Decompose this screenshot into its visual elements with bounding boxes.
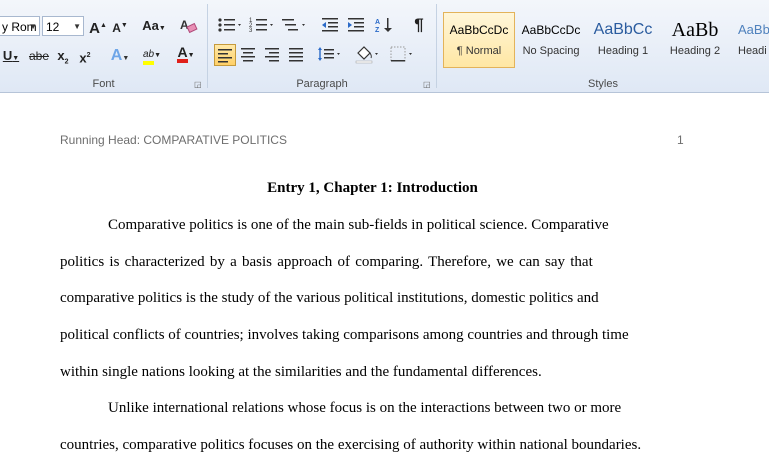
highlighter-icon: ab [142,49,155,65]
ribbon: y Rom ▼ 12 ▼ A▲ A▼ Aa▼ A U▼ abe x2 x2 A▼… [0,0,769,93]
document-page[interactable]: Running Head: COMPARATIVE POLITICS 1 Ent… [0,93,769,463]
style-sample: AaBbCcDc [521,23,581,37]
paragraph-line: Unlike international relations whose foc… [108,400,622,416]
justify-button[interactable] [286,44,308,66]
style-sample: AaBbCcDc [449,23,509,37]
paragraph-line: within single nations looking at the sim… [60,364,542,380]
styles-group: AaBbCcDc ¶ Normal AaBbCcDc No Spacing Aa… [437,0,769,92]
align-center-icon [238,44,260,64]
svg-text:3: 3 [249,28,253,34]
clear-formatting-button[interactable]: A [178,15,200,37]
font-group-label: Font [92,78,115,90]
align-left-button[interactable] [214,44,236,66]
change-case-button[interactable]: Aa▼ [141,15,167,37]
paragraph-line: politics is characterized by a basis app… [60,254,593,270]
shading-button[interactable] [354,44,382,66]
underline-label: U [2,48,13,63]
align-center-button[interactable] [238,44,260,66]
font-color-button[interactable]: A▼ [172,42,200,64]
style-heading-3[interactable]: AaBbC Headi [731,12,769,68]
paragraph-group-label: Paragraph [296,78,348,90]
svg-text:A: A [180,18,189,32]
svg-text:Z: Z [375,27,380,34]
paragraph-line: comparative politics is the study of the… [60,290,599,306]
multilevel-list-button[interactable] [280,15,308,37]
superscript-button[interactable]: x2 [76,45,94,67]
borders-button[interactable] [388,44,416,66]
font-dialog-launcher-icon[interactable]: ◲ [194,80,203,89]
document-title: Entry 1, Chapter 1: Introduction [267,180,478,196]
style-name: Headi [738,45,767,57]
paragraph-line: political conflicts of countries; involv… [60,327,629,343]
paragraph-line: Comparative politics is one of the main … [108,217,609,233]
grow-font-label: A [89,20,100,37]
chevron-down-icon: ▼ [73,22,81,31]
style-no-spacing[interactable]: AaBbCcDc No Spacing [515,12,587,68]
highlight-button[interactable]: ab▼ [138,42,166,65]
style-name: Heading 1 [597,45,649,57]
style-name: Heading 2 [669,45,721,57]
align-right-button[interactable] [262,44,284,66]
paragraph-dialog-launcher-icon[interactable]: ◲ [423,80,432,89]
line-spacing-icon [316,44,344,64]
align-right-icon [262,44,284,64]
sort-az-icon: AZ [374,15,396,35]
numbering-icon: 123 [248,15,276,35]
font-size-value: 12 [46,20,60,34]
increase-indent-button[interactable] [346,15,368,37]
grow-font-button[interactable]: A▲ [88,15,108,37]
styles-group-label: Styles [588,78,618,90]
shrink-font-label: A [112,21,121,35]
font-name-combo[interactable]: y Rom ▼ [0,16,40,36]
style-heading-2[interactable]: AaBb Heading 2 [659,12,731,68]
subscript-label: x [57,48,65,63]
font-color-icon: A [177,45,188,63]
multilevel-list-icon [280,15,308,35]
justify-icon [286,44,308,64]
style-sample: AaBbC [738,22,769,37]
bullets-button[interactable] [216,15,244,37]
style-normal[interactable]: AaBbCcDc ¶ Normal [443,12,515,68]
shrink-font-button[interactable]: A▼ [110,15,130,37]
underline-button[interactable]: U▼ [0,45,22,67]
strikethrough-label: abe [28,49,50,63]
increase-indent-icon [346,15,368,35]
paragraph-line: countries, comparative politics focuses … [60,437,642,453]
decrease-indent-button[interactable] [320,15,342,37]
style-sample: AaBb [671,19,719,41]
paragraph-group: 123 AZ ¶ Paragraph ◲ [208,0,436,92]
strikethrough-button[interactable]: abe [26,45,52,67]
text-effects-button[interactable]: A▼ [107,45,133,67]
page-number: 1 [677,133,684,147]
superscript-label: x [79,50,87,66]
line-spacing-button[interactable] [316,44,344,66]
font-size-combo[interactable]: 12 ▼ [42,16,84,36]
show-formatting-marks-button[interactable]: ¶ [408,14,430,36]
sort-button[interactable]: AZ [374,15,396,37]
style-heading-1[interactable]: AaBbCc Heading 1 [587,12,659,68]
paint-bucket-icon [354,44,382,64]
numbering-button[interactable]: 123 [248,15,276,37]
font-group: y Rom ▼ 12 ▼ A▲ A▼ Aa▼ A U▼ abe x2 x2 A▼… [0,0,207,92]
pilcrow-icon: ¶ [414,15,424,34]
running-head: Running Head: COMPARATIVE POLITICS [60,133,287,147]
style-name: ¶ Normal [456,45,502,57]
chevron-down-icon: ▼ [29,22,37,31]
svg-text:A: A [375,19,380,26]
align-left-icon [215,45,235,65]
border-icon [388,44,416,64]
style-sample: AaBbCc [593,21,653,38]
change-case-label: Aa [142,18,159,33]
subscript-button[interactable]: x2 [54,45,72,67]
text-effects-label: A [110,47,123,64]
eraser-icon: A [178,15,200,35]
style-name: No Spacing [522,45,580,57]
bullets-icon [216,15,244,35]
decrease-indent-icon [320,15,342,35]
